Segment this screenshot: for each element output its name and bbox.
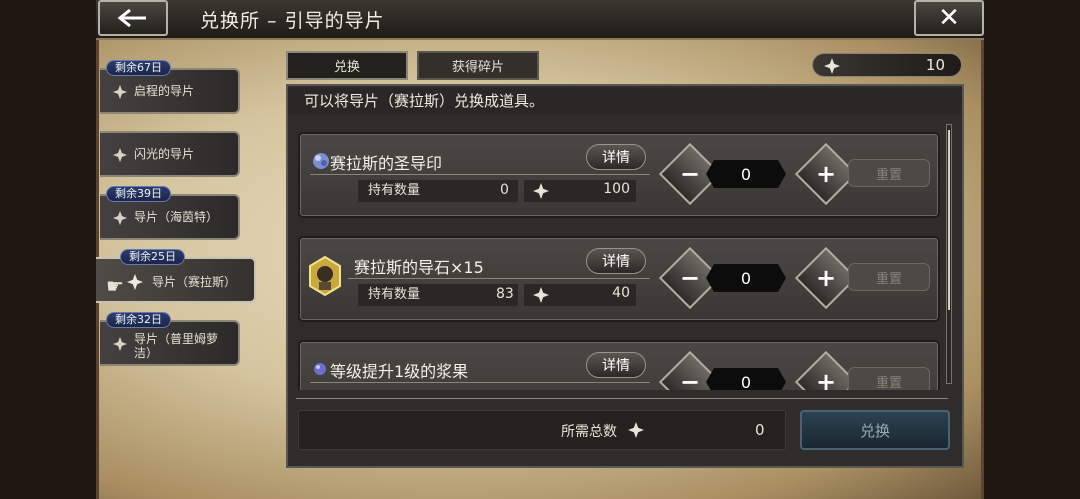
portrait-icon [309, 256, 341, 296]
diamond-icon [112, 147, 128, 163]
quantity-display: 0 [706, 368, 786, 390]
list-item: 赛拉斯的圣导印 详情 持有数量 0 100 − 0 + 重置 [298, 132, 940, 218]
footer-divider [296, 398, 948, 399]
back-button[interactable] [98, 0, 168, 36]
tab-exchange[interactable]: 兑换 [286, 51, 408, 80]
price-box: 100 [524, 180, 636, 202]
panel-description: 可以将导片（赛拉斯）兑换成道具。 [288, 88, 962, 114]
item-list: 赛拉斯的圣导印 详情 持有数量 0 100 − 0 + 重置 赛拉斯的导石×15… [288, 118, 944, 390]
price-value: 100 [603, 181, 630, 197]
diamond-icon [112, 210, 128, 226]
days-left-badge: 剩余39日 [106, 186, 171, 202]
list-item: 等级提升1级的浆果 详情 − 0 + 重置 [298, 340, 940, 390]
days-left-badge: 剩余67日 [106, 60, 171, 76]
diamond-icon [112, 336, 128, 352]
detail-button[interactable]: 详情 [586, 352, 646, 378]
sidebar-item-label: 导片（海茵特） [134, 210, 219, 224]
price-value: 40 [612, 285, 630, 301]
days-left-badge: 剩余25日 [120, 249, 185, 265]
owned-count-label: 持有数量 [358, 284, 518, 306]
owned-count: 83 [496, 286, 514, 302]
exchange-button[interactable]: 兑换 [800, 410, 950, 450]
close-button[interactable]: ✕ [914, 0, 984, 36]
crystal-icon [313, 153, 329, 169]
tab-get-fragments[interactable]: 获得碎片 [417, 51, 539, 80]
divider [310, 382, 650, 383]
diamond-icon [127, 274, 143, 290]
sidebar-item-label: 启程的导片 [134, 84, 195, 98]
detail-button[interactable]: 详情 [586, 248, 646, 274]
quantity-display: 0 [706, 160, 786, 188]
owned-count: 0 [500, 182, 509, 198]
fragment-diamond-icon [533, 183, 549, 199]
minus-icon: − [679, 264, 701, 292]
fragment-counter: 10 [812, 53, 962, 77]
reset-button[interactable]: 重置 [848, 263, 930, 291]
plus-icon: + [815, 160, 837, 188]
price-box: 40 [524, 284, 636, 306]
back-arrow-icon [117, 8, 146, 28]
divider [348, 278, 650, 279]
fragment-diamond-icon [628, 422, 644, 438]
item-name: 赛拉斯的导石×15 [354, 258, 484, 277]
sidebar-item-label: 导片（普里姆萝洁） [134, 332, 219, 360]
page-title: 兑换所 – 引导的导片 [200, 10, 385, 32]
fragment-diamond-icon [533, 287, 549, 303]
list-item: 赛拉斯的导石×15 详情 持有数量 83 40 − 0 + 重置 [298, 236, 940, 322]
berry-icon [314, 363, 326, 375]
plus-icon: + [815, 264, 837, 292]
detail-button[interactable]: 详情 [586, 144, 646, 170]
owned-count-label: 持有数量 [358, 180, 518, 202]
reset-button[interactable]: 重置 [848, 367, 930, 390]
divider [310, 174, 650, 175]
item-name: 等级提升1级的浆果 [330, 362, 469, 381]
sidebar-item-flash[interactable]: 闪光的导片 [100, 131, 240, 177]
total-required-box: 所需总数 0 [298, 410, 786, 450]
sidebar-item-label: 导片（赛拉斯） [152, 275, 237, 289]
diamond-icon [112, 84, 128, 100]
item-name: 赛拉斯的圣导印 [330, 154, 443, 173]
fragment-count: 10 [925, 56, 945, 74]
left-backdrop [0, 0, 96, 499]
plus-icon: + [815, 368, 837, 390]
scrollbar-thumb[interactable] [948, 130, 950, 310]
fragment-diamond-icon [824, 58, 840, 74]
total-required-value: 0 [755, 421, 765, 439]
close-icon: ✕ [938, 3, 960, 33]
reset-button[interactable]: 重置 [848, 159, 930, 187]
quantity-display: 0 [706, 264, 786, 292]
total-required-label: 所需总数 [561, 424, 617, 440]
pointing-hand-icon: ☛ [106, 274, 124, 298]
minus-icon: − [679, 368, 701, 390]
days-left-badge: 剩余32日 [106, 312, 171, 328]
right-backdrop [984, 0, 1080, 499]
sidebar-item-label: 闪光的导片 [134, 147, 195, 161]
minus-icon: − [679, 160, 701, 188]
